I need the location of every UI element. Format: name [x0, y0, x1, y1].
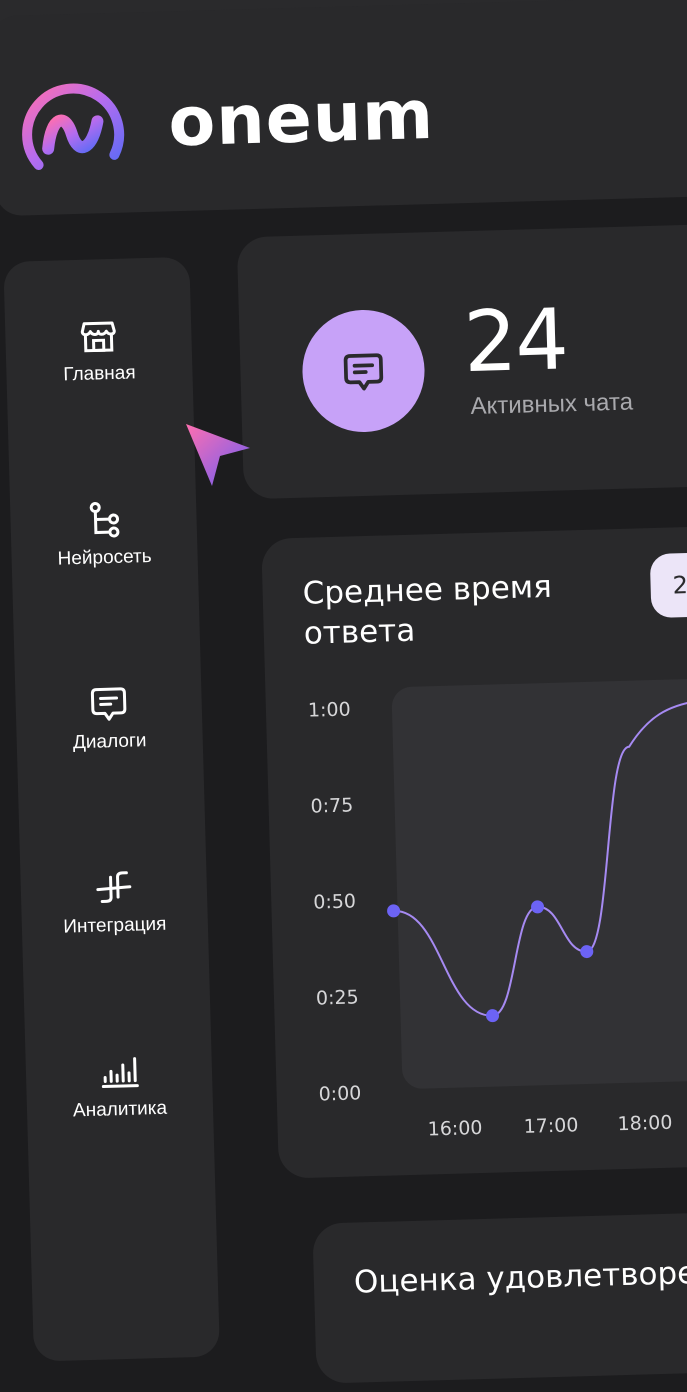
active-chats-card: 24 Активных чата — [236, 222, 687, 500]
active-chats-caption: Активных чата — [470, 388, 634, 421]
sidebar-item-label: Нейросеть — [57, 545, 152, 570]
sidebar-item-dialogs[interactable]: Диалоги — [15, 681, 203, 756]
chat-icon — [90, 687, 127, 721]
response-time-line-chart — [387, 699, 687, 1023]
dashboard: oneum Главная Нейросеть Диалоги Интеграц… — [0, 0, 687, 1384]
chat-icon — [343, 353, 384, 391]
oneum-logo-icon[interactable] — [16, 74, 131, 189]
data-point[interactable] — [387, 904, 401, 918]
active-chats-value: 24 — [462, 290, 568, 392]
header: oneum — [0, 0, 687, 217]
data-point[interactable] — [486, 1009, 500, 1023]
sidebar-item-label: Аналитика — [72, 1097, 168, 1122]
sidebar-item-label: Главная — [63, 362, 136, 386]
data-point[interactable] — [531, 900, 545, 914]
brand-name: oneum — [167, 75, 436, 163]
store-icon — [80, 321, 116, 353]
sidebar-item-network[interactable]: Нейросеть — [10, 497, 198, 572]
sidebar-item-home[interactable]: Главная — [5, 313, 193, 388]
response-time-card: Среднее время ответа 29 1:00 0:75 0:50 0… — [261, 524, 687, 1179]
sidebar-item-analytics[interactable]: Аналитика — [25, 1049, 213, 1124]
sidebar-item-label: Интеграция — [63, 913, 167, 938]
cursor-pointer-icon — [186, 424, 250, 486]
satisfaction-title: Оценка удовлетворе — [353, 1255, 687, 1301]
satisfaction-card: Оценка удовлетворе — [312, 1209, 687, 1384]
integration-icon — [96, 871, 132, 903]
series-line — [393, 699, 687, 1017]
network-icon — [89, 502, 120, 538]
sidebar-item-integration[interactable]: Интеграция — [20, 865, 208, 940]
sidebar-item-label: Диалоги — [72, 730, 147, 754]
analytics-icon — [101, 1057, 139, 1089]
stat-icon-badge — [300, 308, 427, 434]
